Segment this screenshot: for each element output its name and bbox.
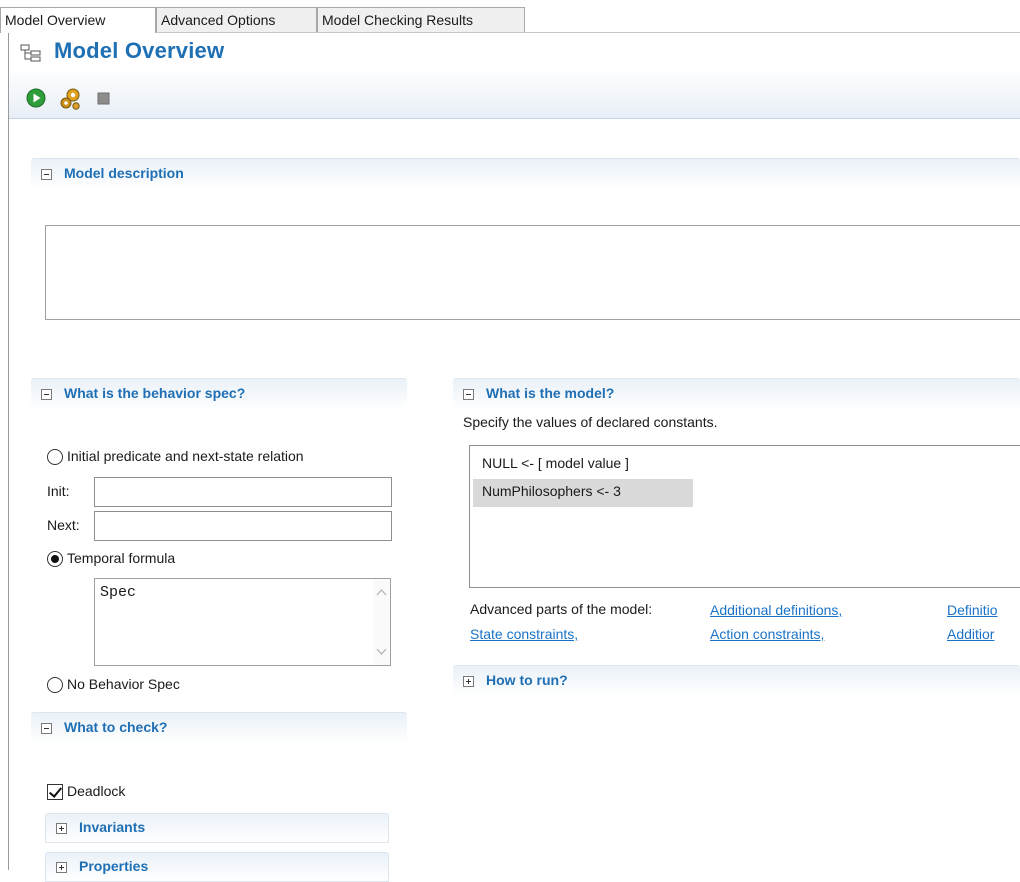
link-additional-definitions[interactable]: Additional definitions, <box>710 602 842 618</box>
collapse-toggle-icon[interactable] <box>41 169 52 180</box>
run-icon[interactable] <box>26 88 48 110</box>
editor-tab-strip: Model Overview Advanced Options Model Ch… <box>0 7 1020 33</box>
constants-list[interactable]: NULL <- [ model value ] NumPhilosophers … <box>469 445 1020 588</box>
scroll-arrows-icon <box>376 589 387 655</box>
tab-advanced-options[interactable]: Advanced Options <box>156 7 317 33</box>
model-subtitle: Specify the values of declared constants… <box>463 414 718 430</box>
link-state-constraints[interactable]: State constraints, <box>470 626 578 642</box>
link-action-constraints[interactable]: Action constraints, <box>710 626 824 642</box>
next-field[interactable] <box>94 511 392 541</box>
gears-icon[interactable] <box>59 87 81 110</box>
model-description-textarea[interactable] <box>45 225 1020 320</box>
collapse-toggle-icon[interactable] <box>41 723 52 734</box>
section-title[interactable]: What to check? <box>64 719 167 735</box>
list-item-label: NumPhilosophers <- 3 <box>482 483 621 499</box>
radio-initial-next[interactable] <box>47 449 63 465</box>
advanced-parts-label: Advanced parts of the model: <box>470 601 653 617</box>
stop-icon[interactable] <box>94 88 116 110</box>
tab-model-overview[interactable]: Model Overview <box>0 7 156 33</box>
section-title[interactable]: Properties <box>79 858 148 874</box>
expand-toggle-icon[interactable] <box>56 823 67 834</box>
link-definition-override[interactable]: Definitio <box>947 602 998 618</box>
section-title[interactable]: What is the model? <box>486 385 614 401</box>
section-what-is-the-model: What is the model? <box>453 378 1020 410</box>
list-item[interactable]: NULL <- [ model value ] <box>482 455 629 471</box>
collapse-toggle-icon[interactable] <box>41 389 52 400</box>
temporal-formula-text: Spec <box>100 584 137 601</box>
radio-temporal-formula-label: Temporal formula <box>67 550 176 566</box>
deadlock-label: Deadlock <box>67 783 126 799</box>
radio-initial-next-label: Initial predicate and next-state relatio… <box>67 448 304 464</box>
list-item-selected[interactable]: NumPhilosophers <- 3 <box>473 479 693 507</box>
expand-toggle-icon[interactable] <box>463 676 474 687</box>
radio-temporal-formula[interactable] <box>47 551 63 567</box>
section-invariants: Invariants <box>45 813 389 843</box>
section-title[interactable]: How to run? <box>486 672 568 688</box>
section-model-description: Model description <box>31 158 1020 190</box>
expand-toggle-icon[interactable] <box>56 862 67 873</box>
temporal-formula-textarea[interactable]: Spec <box>94 578 391 666</box>
init-label: Init: <box>47 483 70 499</box>
form-left-border <box>8 33 9 870</box>
init-field[interactable] <box>94 477 392 507</box>
deadlock-checkbox[interactable] <box>47 784 63 800</box>
scrollbar[interactable] <box>373 579 390 665</box>
tab-model-checking-results[interactable]: Model Checking Results <box>317 7 525 33</box>
next-label: Next: <box>47 517 80 533</box>
radio-no-behavior-spec[interactable] <box>47 677 63 693</box>
model-overview-icon <box>20 43 42 63</box>
link-additional-2[interactable]: Additior <box>947 626 994 642</box>
section-behavior-spec: What is the behavior spec? <box>31 378 407 410</box>
section-what-to-check: What to check? <box>31 712 407 744</box>
section-how-to-run: How to run? <box>453 665 1020 697</box>
radio-no-behavior-spec-label: No Behavior Spec <box>67 676 180 692</box>
section-properties: Properties <box>45 852 389 882</box>
collapse-toggle-icon[interactable] <box>463 389 474 400</box>
section-title[interactable]: Model description <box>64 165 184 181</box>
section-title[interactable]: What is the behavior spec? <box>64 385 245 401</box>
page-title: Model Overview <box>54 38 225 63</box>
section-title[interactable]: Invariants <box>79 819 145 835</box>
